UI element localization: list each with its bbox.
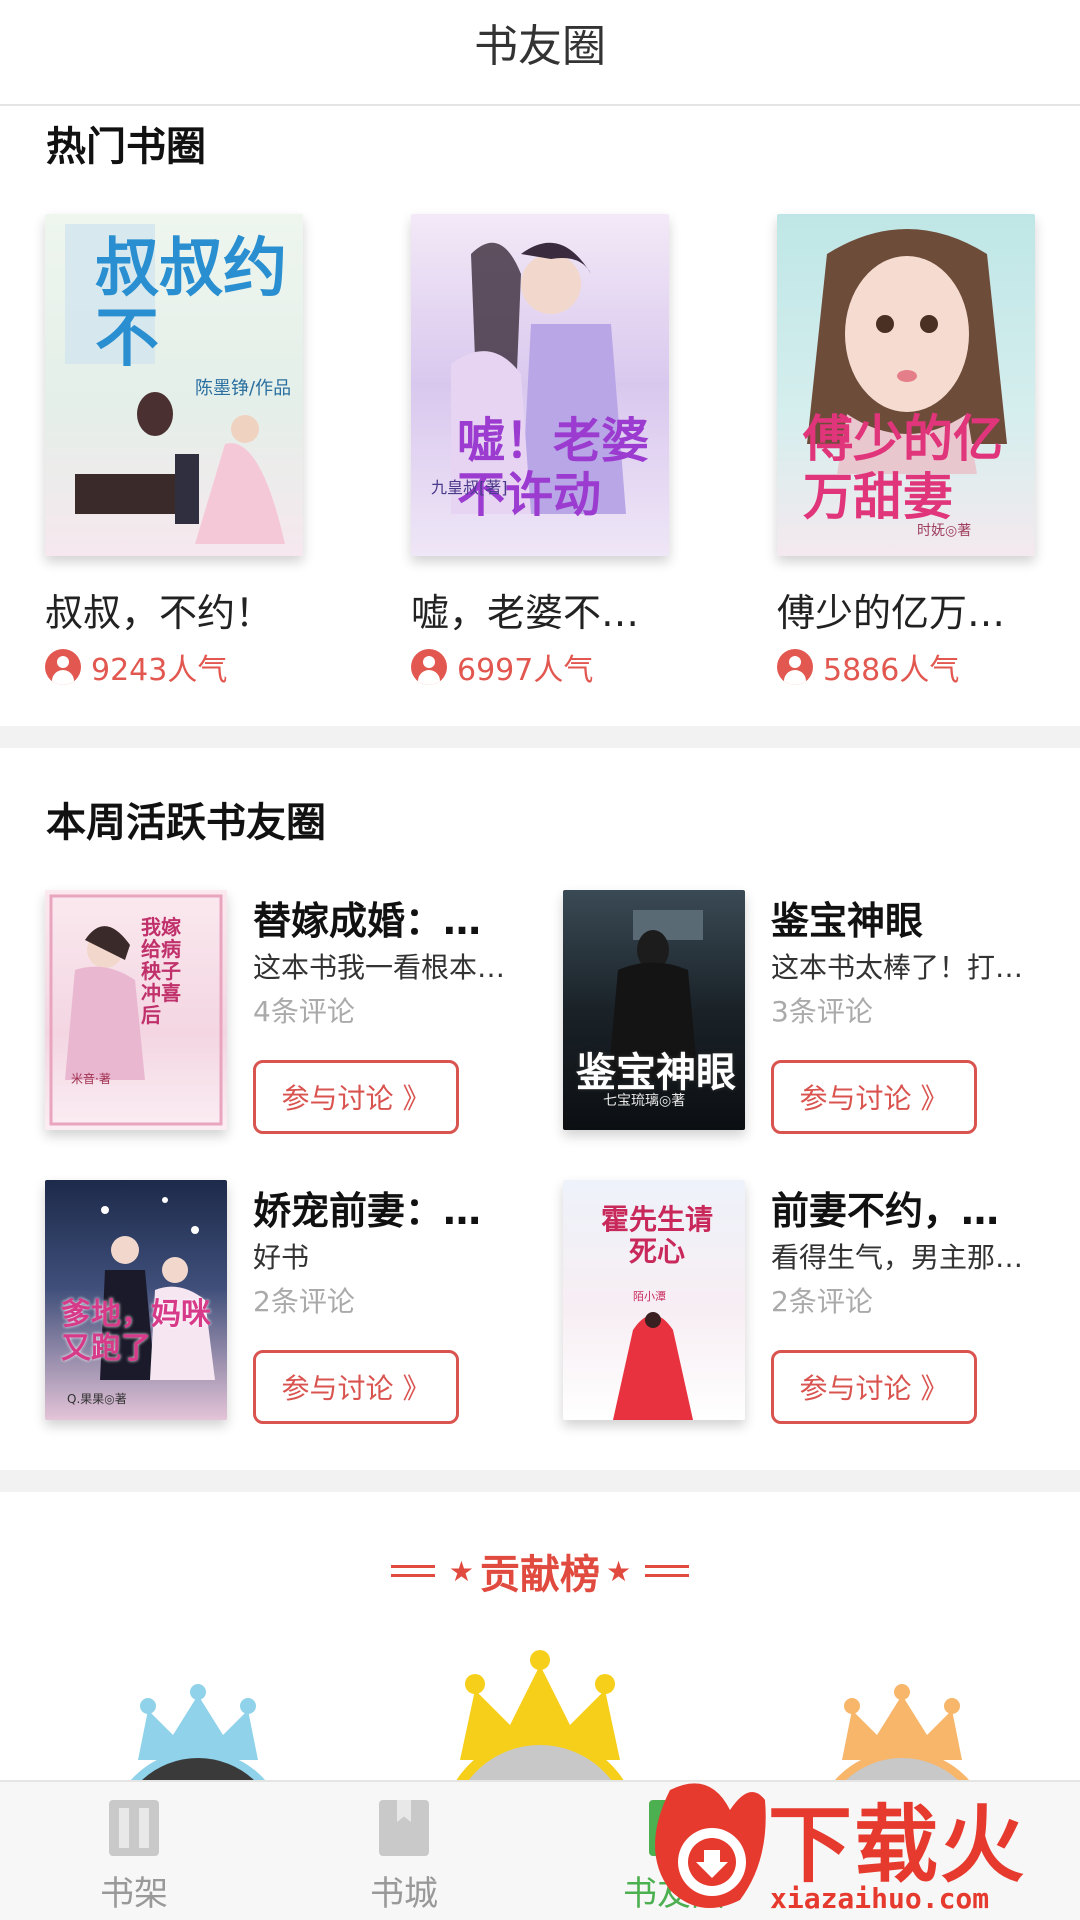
- hot-book-name: 叔叔，不约！: [45, 591, 274, 635]
- join-discussion-button[interactable]: 参与讨论 》: [771, 1060, 977, 1134]
- nav-item-bookstore[interactable]: 书城: [334, 1800, 474, 1915]
- book-cover[interactable]: 傅少的亿万甜妻 时妩◎著: [777, 214, 1035, 556]
- popularity-count: 6997人气: [457, 653, 594, 688]
- cover-title-text: 傅少的亿万甜妻: [803, 410, 1003, 526]
- active-circle-item[interactable]: 霍先生请死心 陌小潭 前妻不约，… 看得生气，男主那… 2条评论 参与讨论 》: [563, 1180, 1063, 1430]
- popularity: 5886人气: [777, 645, 1035, 689]
- book-cover[interactable]: 爹地，妈咪又跑了 Q.果果◎著: [45, 1180, 227, 1420]
- contribution-title: ★ 贡献榜 ★: [0, 1542, 1080, 1600]
- decor-bars: [645, 1565, 690, 1577]
- active-section-title: 本周活跃书友圈: [46, 800, 326, 846]
- cover-author-text: 九皇叔[著]: [431, 478, 508, 497]
- join-discussion-button[interactable]: 参与讨论 》: [253, 1350, 459, 1424]
- decor-bars: [390, 1565, 435, 1577]
- hot-book-item[interactable]: 叔叔约不 陈墨铮/作品 叔叔，不约！ 9243人气: [45, 214, 303, 689]
- cover-title-text: 霍先生请死心: [600, 1203, 713, 1268]
- circle-title: 鉴宝神眼: [771, 899, 924, 943]
- comment-count: 2条评论: [771, 1285, 873, 1318]
- cover-title-text: 嘘！老婆不许动: [457, 413, 650, 523]
- popularity-count: 9243人气: [91, 653, 228, 688]
- circle-desc: 好书: [253, 1241, 310, 1274]
- circle-desc: 这本书我一看根本…: [253, 951, 506, 984]
- hot-book-name: 嘘，老婆不…: [411, 591, 640, 635]
- contribution-title-text: 贡献榜: [480, 1552, 600, 1598]
- hot-book-item[interactable]: 傅少的亿万甜妻 时妩◎著 傅少的亿万… 5886人气: [777, 214, 1035, 689]
- top-bar: 书友圈: [0, 0, 1080, 106]
- page-title: 书友圈: [474, 21, 606, 72]
- book-cover[interactable]: 叔叔约不 陈墨铮/作品: [45, 214, 303, 556]
- circle-title: 前妻不约，…: [771, 1189, 1000, 1233]
- join-discussion-button[interactable]: 参与讨论 》: [771, 1350, 977, 1424]
- comment-count: 2条评论: [253, 1285, 355, 1318]
- person-icon: [411, 649, 447, 685]
- popularity-count: 5886人气: [823, 653, 960, 688]
- star-icon: ★: [448, 1554, 474, 1588]
- section-divider: [0, 1470, 1080, 1492]
- cover-author-text: 时妩◎著: [917, 523, 972, 539]
- flame-logo-icon: [655, 1783, 766, 1908]
- active-circle-item[interactable]: 鉴宝神眼 七宝琉璃◎著 鉴宝神眼 这本书太棒了！打… 3条评论 参与讨论 》: [563, 890, 1063, 1140]
- book-icon: [379, 1800, 429, 1856]
- comment-count: 4条评论: [253, 995, 355, 1028]
- circle-title: 替嫁成婚：…: [253, 899, 482, 943]
- hot-section-title: 热门书圈: [46, 124, 206, 170]
- circle-desc: 看得生气，男主那…: [771, 1241, 1024, 1274]
- book-cover[interactable]: 鉴宝神眼 七宝琉璃◎著: [563, 890, 745, 1130]
- person-icon: [45, 649, 81, 685]
- cover-author-text: Q.果果◎著: [67, 1392, 127, 1406]
- hot-book-name: 傅少的亿万…: [777, 591, 1006, 635]
- join-discussion-button[interactable]: 参与讨论 》: [253, 1060, 459, 1134]
- nav-label: 书架: [100, 1874, 168, 1914]
- cover-title-text: 爹地，妈咪又跑了: [61, 1297, 211, 1366]
- person-icon: [777, 649, 813, 685]
- nav-label: 书城: [370, 1874, 438, 1914]
- popularity: 9243人气: [45, 645, 303, 689]
- section-divider: [0, 726, 1080, 748]
- popularity: 6997人气: [411, 645, 669, 689]
- cover-title-text: 叔叔约不: [95, 231, 287, 376]
- book-cover[interactable]: 我嫁给病秧子冲喜后 米音·著: [45, 890, 227, 1130]
- bookshelf-icon: [109, 1800, 159, 1856]
- active-circle-item[interactable]: 爹地，妈咪又跑了 Q.果果◎著 娇宠前妻：… 好书 2条评论 参与讨论 》: [45, 1180, 545, 1430]
- circle-desc: 这本书太棒了！打…: [771, 951, 1024, 984]
- cover-author-text: 七宝琉璃◎著: [603, 1093, 686, 1109]
- active-circle-item[interactable]: 我嫁给病秧子冲喜后 米音·著 替嫁成婚：… 这本书我一看根本… 4条评论 参与讨…: [45, 890, 545, 1140]
- watermark-text: 下载火: [768, 1796, 1027, 1894]
- hot-book-item[interactable]: 嘘！老婆不许动 九皇叔[著] 嘘，老婆不… 6997人气: [411, 214, 669, 689]
- cover-author-text: 米音·著: [71, 1072, 111, 1086]
- cover-author-text: 陈墨铮/作品: [195, 378, 292, 399]
- cover-author-text: 陌小潭: [633, 1290, 666, 1303]
- comment-count: 3条评论: [771, 995, 873, 1028]
- nav-item-bookshelf[interactable]: 书架: [64, 1800, 204, 1915]
- book-cover[interactable]: 嘘！老婆不许动 九皇叔[著]: [411, 214, 669, 556]
- circle-title: 娇宠前妻：…: [253, 1189, 482, 1233]
- watermark: 下载火 xiazaihuo.com: [640, 1770, 1080, 1920]
- cover-title-text: 我嫁给病秧子冲喜后: [141, 915, 181, 1027]
- cover-art: [49, 894, 223, 1126]
- star-icon: ★: [606, 1554, 632, 1588]
- book-cover[interactable]: 霍先生请死心 陌小潭: [563, 1180, 745, 1420]
- watermark-url: xiazaihuo.com: [770, 1882, 990, 1915]
